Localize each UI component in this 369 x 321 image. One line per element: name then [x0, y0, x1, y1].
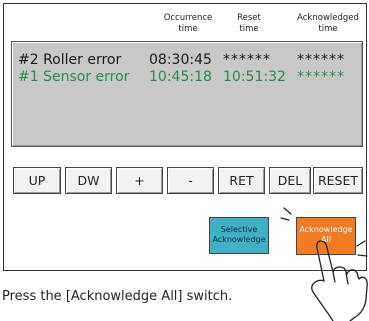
occurrence-time: 08:30:45 [149, 52, 212, 68]
return-button[interactable]: RET [218, 167, 265, 194]
acknowledged-time: ****** [297, 52, 345, 68]
down-button[interactable]: DW [65, 167, 112, 194]
reset-time: 10:51:32 [223, 69, 286, 85]
occurrence-time-header: Occurrence time [163, 13, 213, 34]
alarm-row[interactable]: #1 Sensor error 10:45:18 10:51:32 ****** [12, 69, 362, 89]
pointing-hand-icon [280, 207, 368, 321]
acknowledged-time: ****** [297, 69, 345, 85]
reset-time: ****** [223, 52, 271, 68]
delete-button[interactable]: DEL [269, 167, 311, 194]
reset-time-header: Reset time [237, 13, 261, 34]
occurrence-time: 10:45:18 [149, 69, 212, 85]
alarm-name: #2 Roller error [18, 52, 122, 68]
instruction-caption: Press the [Acknowledge All] switch. [2, 289, 233, 304]
selective-acknowledge-button[interactable]: Selective Acknowledge [209, 217, 269, 254]
reset-button[interactable]: RESET [313, 167, 363, 194]
up-button[interactable]: UP [13, 167, 61, 194]
acknowledged-time-header: Acknowledged time [297, 13, 359, 34]
minus-button[interactable]: - [167, 167, 214, 194]
alarm-name: #1 Sensor error [18, 69, 130, 85]
plus-button[interactable]: + [116, 167, 163, 194]
alarm-list[interactable]: #2 Roller error 08:30:45 ****** ****** #… [11, 41, 363, 147]
